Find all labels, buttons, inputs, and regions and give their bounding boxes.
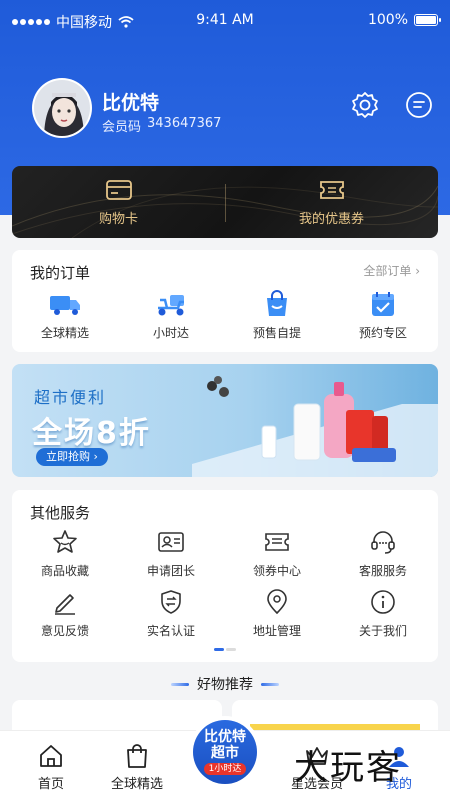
pencil-icon xyxy=(55,594,75,615)
crown-icon xyxy=(306,747,328,765)
service-label: 关于我们 xyxy=(358,624,407,638)
recommend-header: 好物推荐 xyxy=(0,674,450,694)
tab-label: 全球精选 xyxy=(110,777,163,792)
avatar[interactable] xyxy=(32,78,92,138)
service-customer-support[interactable]: 客服服务 xyxy=(330,528,436,579)
order-presale-pickup[interactable]: 预售自提 xyxy=(224,290,330,341)
tab-label: 首页 xyxy=(37,777,64,792)
battery-percent: 100% xyxy=(367,12,408,28)
shield-icon xyxy=(161,590,181,614)
user-name: 比优特 xyxy=(102,92,160,114)
my-orders-card: 我的订单 全部订单 › 全球精选 小时达 预售自提 预约专区 xyxy=(12,250,438,352)
service-real-name[interactable]: 实名认证 xyxy=(118,588,224,639)
supermarket-logo: 比优特 超市 1小时达 xyxy=(193,720,257,784)
service-label: 实名认证 xyxy=(146,624,195,638)
shopping-bag-icon xyxy=(127,744,147,768)
order-reservation[interactable]: 预约专区 xyxy=(330,290,436,341)
order-hourly[interactable]: 小时达 xyxy=(118,290,224,341)
shopping-bag-icon xyxy=(267,290,287,316)
messages-button[interactable] xyxy=(404,90,434,120)
other-services-card: 其他服务 商品收藏 申请团长 领券中心 客服服务 意见反馈 实名认证 地址管理 … xyxy=(12,490,438,662)
member-code-value: 343647367 xyxy=(147,116,222,131)
recommend-title: 好物推荐 xyxy=(197,677,253,693)
card-icon xyxy=(105,180,132,200)
scooter-icon xyxy=(158,295,184,316)
member-code-label: 会员码 xyxy=(102,120,142,135)
location-pin-icon xyxy=(267,589,287,615)
my-coupons-label: 我的优惠券 xyxy=(298,212,364,227)
tab-supermarket-center[interactable]: 比优特 超市 1小时达 xyxy=(189,716,261,788)
info-icon xyxy=(371,590,395,614)
id-card-icon xyxy=(158,532,184,552)
banner-cta-button[interactable]: 立即抢购 › xyxy=(36,448,108,466)
service-label: 申请团长 xyxy=(146,564,195,578)
status-bar: 中国移动 9:41 AM 100% xyxy=(0,0,450,40)
center-line1: 比优特 xyxy=(204,729,246,745)
vip-card: 购物卡 我的优惠券 xyxy=(12,166,438,238)
service-favorites[interactable]: 商品收藏 xyxy=(12,528,118,579)
pager-dot xyxy=(226,648,236,651)
tab-label: 星选会员 xyxy=(290,777,343,792)
shopping-card-label: 购物卡 xyxy=(98,212,138,227)
battery-icon xyxy=(414,14,441,26)
calendar-check-icon xyxy=(372,292,394,316)
services-pager xyxy=(12,648,438,651)
gear-icon xyxy=(352,92,378,118)
service-coupon-center[interactable]: 领券中心 xyxy=(224,528,330,579)
order-item-label: 全球精选 xyxy=(40,326,89,340)
order-item-label: 小时达 xyxy=(152,326,189,340)
tab-global-select[interactable]: 全球精选 xyxy=(92,743,182,792)
shopping-card-button[interactable]: 购物卡 xyxy=(12,180,225,227)
banner-subtitle: 超市便利 xyxy=(34,388,107,407)
pager-dot-active xyxy=(214,648,224,651)
global-truck-icon xyxy=(50,296,80,315)
my-coupons-button[interactable]: 我的优惠券 xyxy=(225,180,438,227)
status-right: 100% xyxy=(367,12,441,28)
orders-title: 我的订单 xyxy=(30,264,91,282)
service-apply-leader[interactable]: 申请团长 xyxy=(118,528,224,579)
order-global-select[interactable]: 全球精选 xyxy=(12,290,118,341)
settings-button[interactable] xyxy=(350,90,380,120)
service-label: 领券中心 xyxy=(252,564,301,578)
service-label: 客服服务 xyxy=(358,564,407,578)
all-orders-link[interactable]: 全部订单 › xyxy=(363,262,420,279)
tab-mine[interactable]: 我的 xyxy=(354,743,444,792)
services-title: 其他服务 xyxy=(30,504,91,522)
service-address[interactable]: 地址管理 xyxy=(224,588,330,639)
tab-label: 我的 xyxy=(385,777,412,792)
service-label: 意见反馈 xyxy=(40,624,89,638)
tab-home[interactable]: 首页 xyxy=(6,743,96,792)
service-label: 商品收藏 xyxy=(40,564,89,578)
headset-icon xyxy=(371,531,395,554)
star-icon xyxy=(53,530,77,553)
center-line3: 1小时达 xyxy=(203,763,247,775)
service-feedback[interactable]: 意见反馈 xyxy=(12,588,118,639)
service-about[interactable]: 关于我们 xyxy=(330,588,436,639)
banner-headline: 全场8折 xyxy=(32,416,151,451)
home-icon xyxy=(40,745,62,767)
member-code-row[interactable]: 会员码 343647367 xyxy=(102,116,221,135)
service-label: 地址管理 xyxy=(252,624,301,638)
coupon-icon xyxy=(319,181,344,199)
tab-member[interactable]: 星选会员 xyxy=(272,743,362,792)
order-item-label: 预售自提 xyxy=(252,326,301,340)
user-icon xyxy=(389,747,409,767)
ticket-icon xyxy=(265,533,289,551)
promo-banner[interactable]: 超市便利 全场8折 立即抢购 › xyxy=(12,364,438,477)
chat-bubble-icon xyxy=(406,92,432,118)
order-item-label: 预约专区 xyxy=(358,326,407,340)
center-line2: 超市 xyxy=(211,745,239,761)
recommend-bar-left xyxy=(171,682,189,686)
recommend-bar-right xyxy=(261,682,279,686)
